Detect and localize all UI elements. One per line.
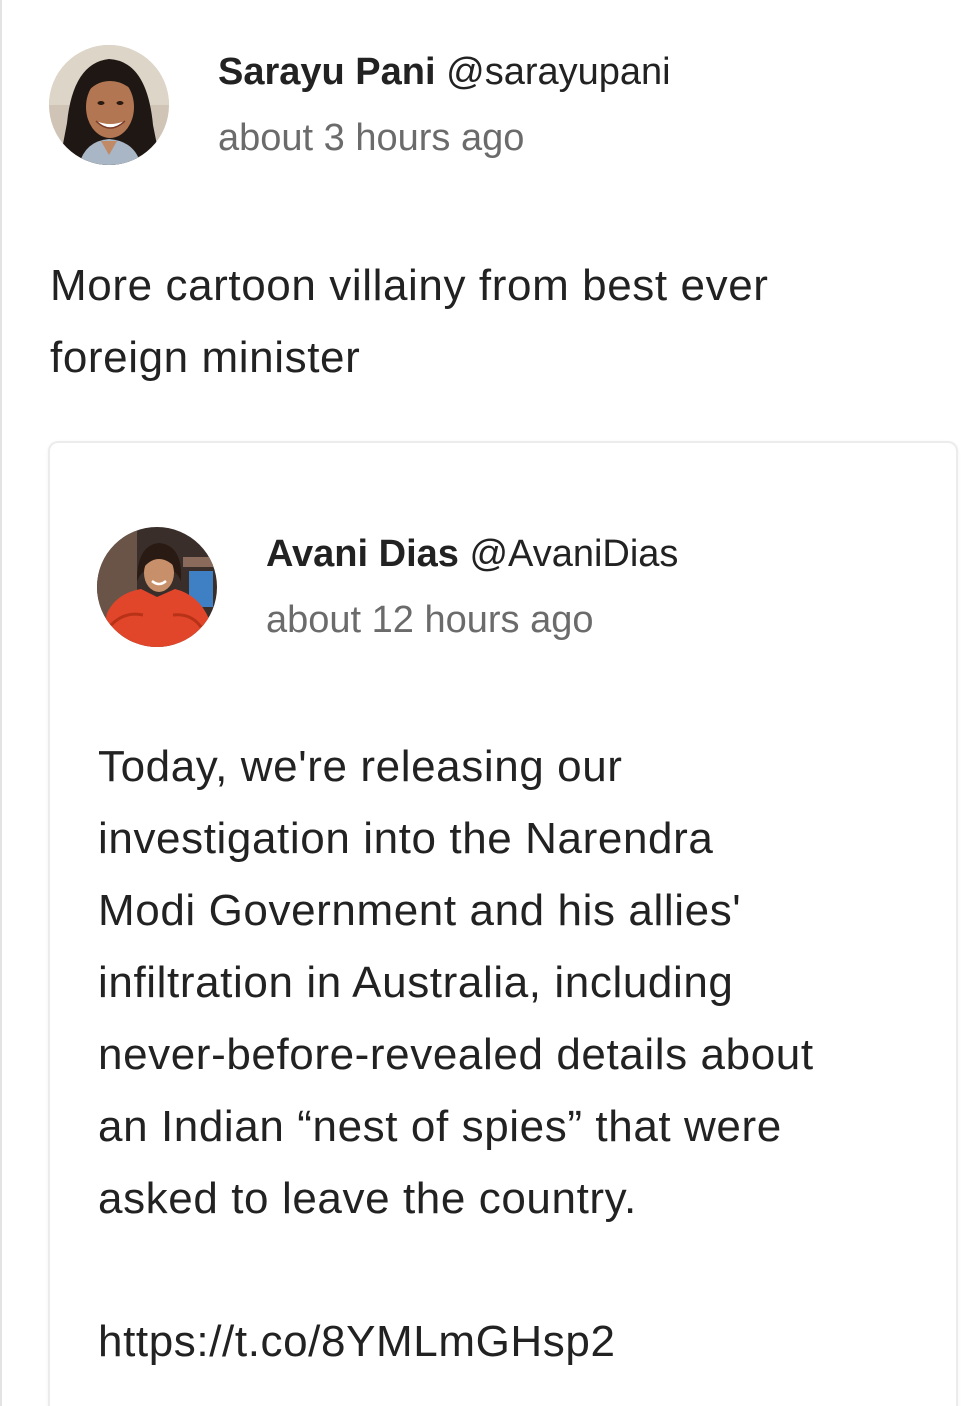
quoted-text-line: an Indian “nest of spies” that were: [98, 1102, 782, 1151]
quoted-text-line: never-before-revealed details about: [98, 1030, 814, 1079]
quoted-author-line[interactable]: Avani Dias @AvaniDias: [266, 532, 678, 576]
quoted-text-line: infiltration in Australia, including: [98, 958, 734, 1007]
quoted-author-handle[interactable]: @AvaniDias: [469, 533, 678, 575]
profile-photo-icon: [49, 45, 169, 165]
quoted-text-line: investigation into the Narendra: [98, 814, 714, 863]
profile-photo-icon: [97, 527, 217, 647]
quoted-author-name[interactable]: Avani Dias: [266, 533, 459, 575]
quoted-text-line: asked to leave the country.: [98, 1174, 637, 1223]
author-handle[interactable]: @sarayupani: [446, 51, 670, 93]
quoted-post-text: Today, we're releasing our investigation…: [98, 731, 928, 1235]
post-text-line: foreign minister: [50, 333, 361, 382]
author-line[interactable]: Sarayu Pani @sarayupani: [218, 50, 671, 94]
author-name[interactable]: Sarayu Pani: [218, 51, 436, 93]
quoted-text-line: Modi Government and his allies': [98, 886, 742, 935]
avani-avatar[interactable]: [97, 527, 217, 647]
post: Sarayu Pani @sarayupani about 3 hours ag…: [0, 0, 972, 1406]
post-timestamp[interactable]: about 3 hours ago: [218, 116, 524, 160]
quoted-post-link[interactable]: https://t.co/8YMLmGHsp2: [98, 1306, 928, 1378]
quoted-post-timestamp[interactable]: about 12 hours ago: [266, 598, 594, 642]
quoted-text-line: Today, we're releasing our: [98, 742, 623, 791]
post-text: More cartoon villainy from best ever for…: [50, 250, 950, 394]
post-text-line: More cartoon villainy from best ever: [50, 261, 769, 310]
sarayu-avatar[interactable]: [49, 45, 169, 165]
